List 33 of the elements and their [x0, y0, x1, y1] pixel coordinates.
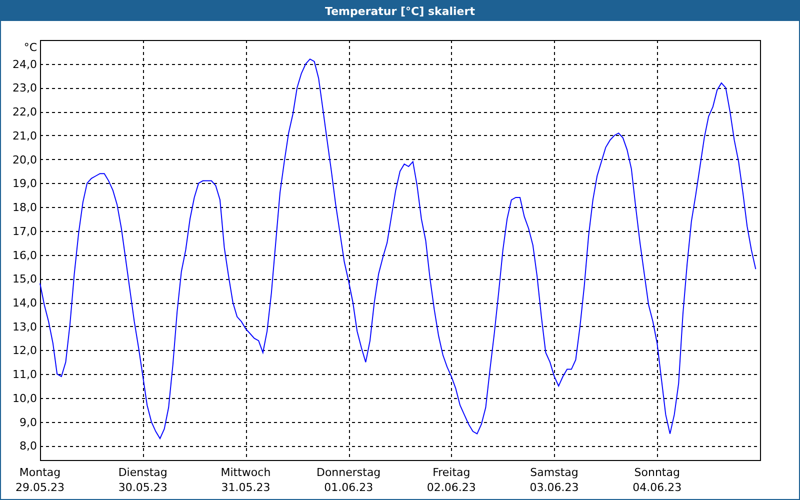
- axis-tick-label: 11,0: [12, 368, 37, 382]
- axis-tick-label: 16,0: [12, 248, 37, 262]
- day-label: Dienstag: [118, 466, 168, 479]
- axis-tick-label: 9,0: [20, 416, 37, 429]
- window-title: Temperatur [°C] skaliert: [325, 4, 475, 18]
- day-label: Mittwoch: [220, 466, 271, 479]
- day-label: Sonntag: [634, 466, 680, 479]
- axis-tick-label: 18,0: [12, 201, 37, 214]
- date-label: 31.05.23: [221, 481, 270, 494]
- axis-tick-label: 23,0: [12, 82, 37, 95]
- day-label: Samstag: [530, 466, 578, 479]
- date-label: 02.06.23: [426, 481, 476, 494]
- date-label: 04.06.23: [632, 481, 682, 494]
- date-label: 29.05.23: [16, 481, 64, 494]
- axis-tick-label: 24,0: [12, 58, 37, 71]
- axis-tick-label: 10,0: [12, 392, 37, 405]
- axis-tick-label: 12,0: [12, 344, 37, 358]
- day-label: Montag: [19, 466, 61, 479]
- axis-tick-label: 15,0: [12, 272, 37, 286]
- axis-unit-label: °C: [24, 41, 37, 54]
- day-label: Donnerstag: [316, 466, 381, 479]
- axis-tick-label: 17,0: [12, 224, 37, 238]
- axis-tick-label: 19,0: [12, 177, 37, 190]
- axis-tick-label: 20,0: [12, 153, 37, 166]
- axis-tick-label: 13,0: [12, 320, 37, 334]
- axis-tick-label: 22,0: [12, 106, 37, 119]
- date-label: 30.05.23: [118, 481, 168, 494]
- axis-tick-label: 14,0: [12, 296, 37, 310]
- day-label: Freitag: [432, 466, 470, 479]
- date-label: 01.06.23: [324, 481, 374, 494]
- date-label: 03.06.23: [530, 481, 579, 494]
- axis-tick-label: 8,0: [20, 440, 37, 453]
- axis-tick-label: 21,0: [12, 129, 37, 142]
